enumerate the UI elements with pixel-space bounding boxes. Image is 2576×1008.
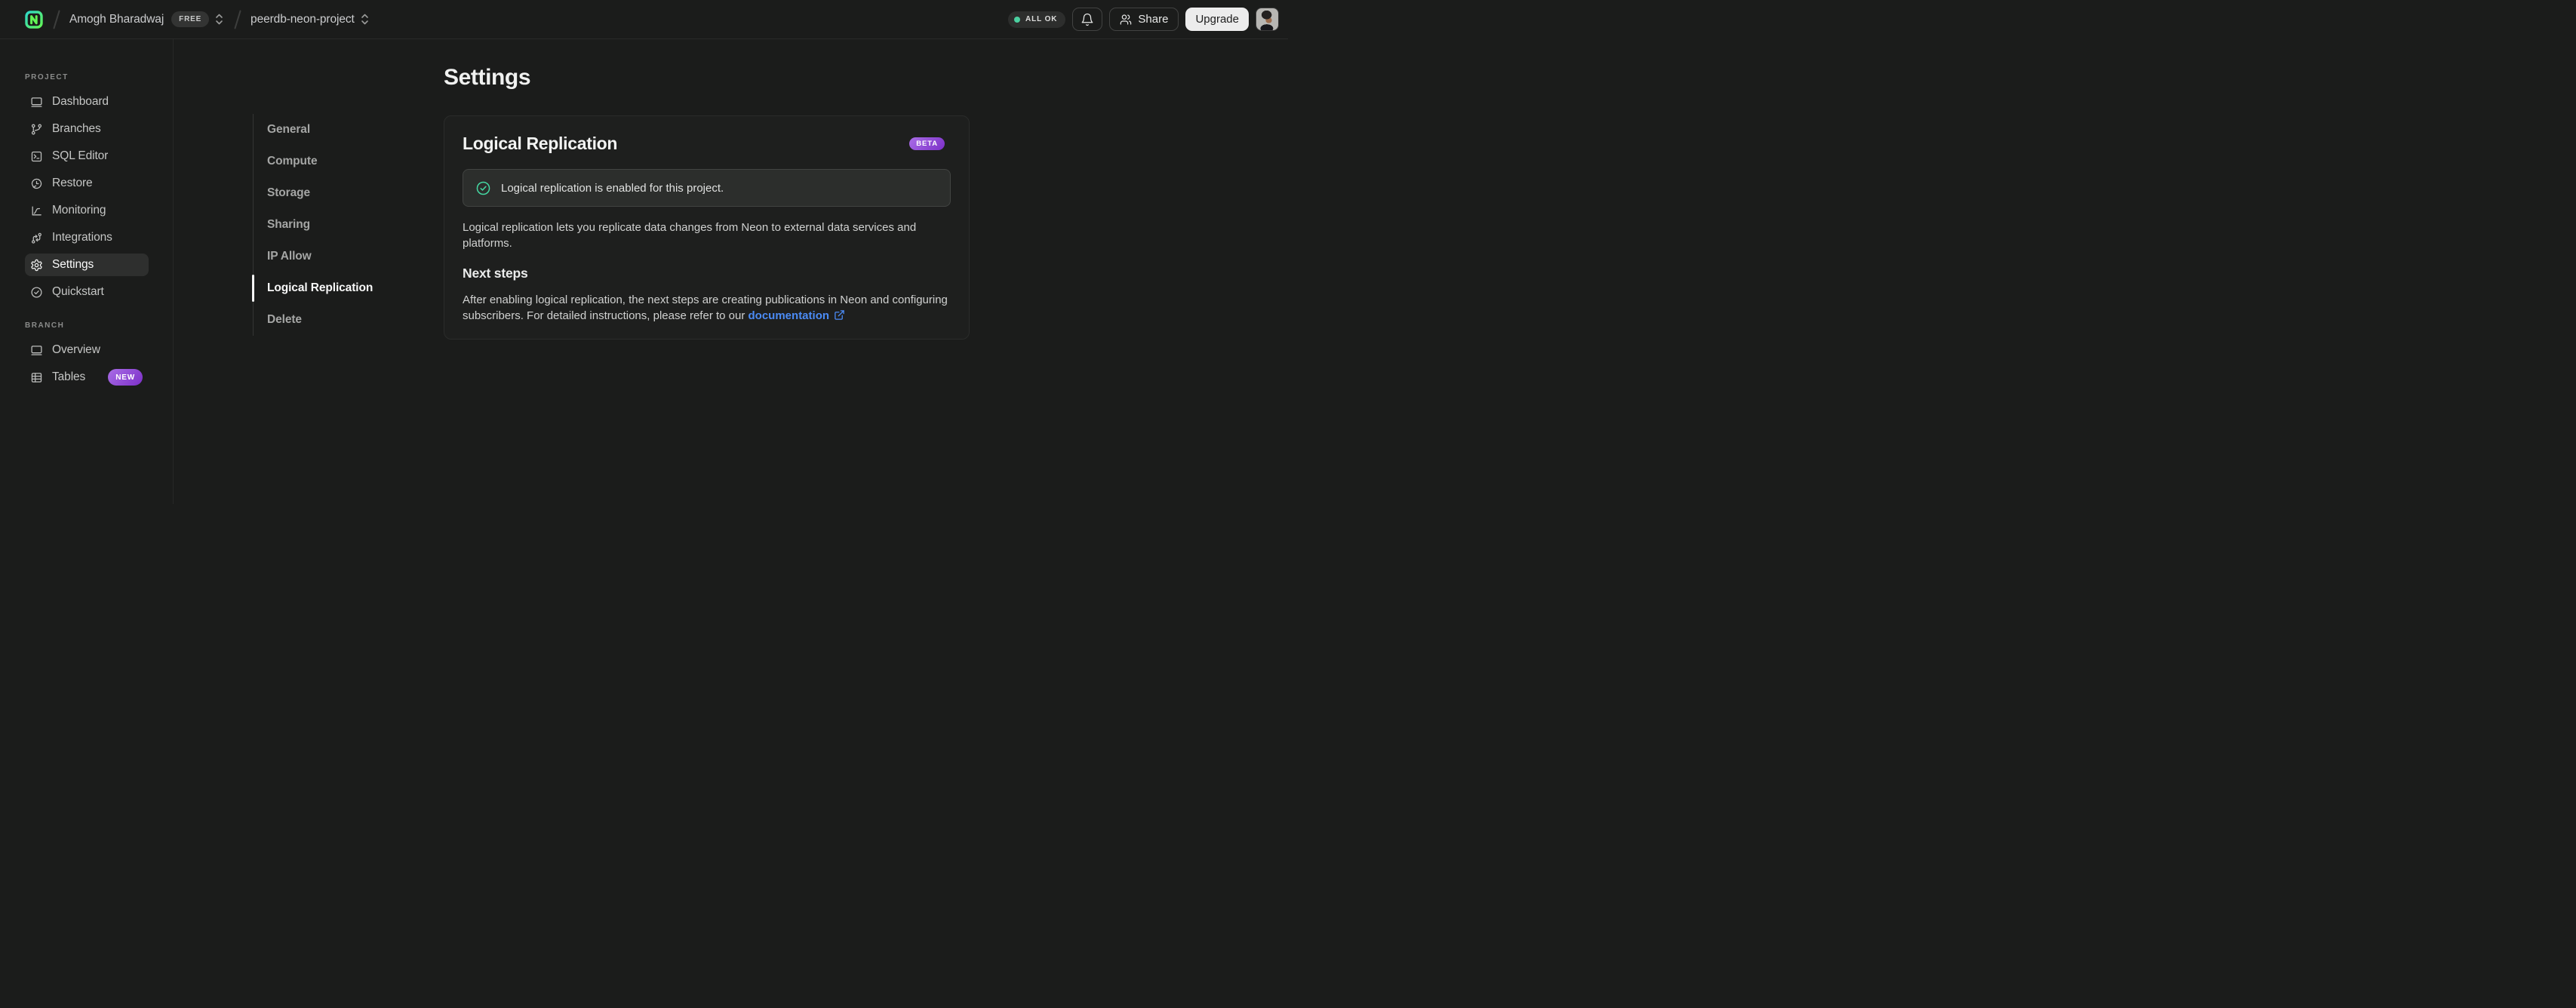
page-title: Settings <box>444 65 531 90</box>
settings-nav-storage[interactable]: Storage <box>254 177 419 209</box>
sidebar-item-integrations[interactable]: Integrations <box>25 226 149 249</box>
alert-text: Logical replication is enabled for this … <box>501 181 724 195</box>
settings-subnav: General Compute Storage Sharing IP Allow… <box>251 114 419 336</box>
sidebar-item-restore[interactable]: Restore <box>25 172 149 195</box>
org-name: Amogh Bharadwaj <box>69 12 164 26</box>
sidebar-item-settings[interactable]: Settings <box>25 254 149 276</box>
next-steps-text: After enabling logical replication, the … <box>463 293 948 322</box>
beta-badge: BETA <box>909 137 945 150</box>
sql-editor-icon <box>31 151 42 161</box>
sidebar-item-branches[interactable]: Branches <box>25 118 149 140</box>
external-link-icon[interactable] <box>834 309 845 321</box>
upgrade-button[interactable]: Upgrade <box>1185 8 1249 31</box>
dashboard-icon <box>31 97 42 107</box>
users-icon <box>1120 14 1132 25</box>
settings-nav-sharing[interactable]: Sharing <box>254 209 419 241</box>
status-ok-dot-icon <box>1013 16 1020 23</box>
user-avatar[interactable] <box>1256 8 1279 31</box>
notifications-button[interactable] <box>1072 8 1103 31</box>
check-circle-icon <box>31 286 42 298</box>
documentation-link[interactable]: documentation <box>749 309 830 322</box>
share-label: Share <box>1138 13 1169 26</box>
card-title: Logical Replication <box>463 133 618 153</box>
integrations-icon <box>32 232 41 244</box>
new-badge: NEW <box>108 369 143 386</box>
sidebar-item-overview[interactable]: Overview <box>25 339 149 361</box>
sidebar-section-branch: BRANCH <box>25 321 65 330</box>
check-circle-icon <box>476 181 490 195</box>
top-header: Amogh Bharadwaj FREE peerdb-neon-project… <box>0 0 1288 39</box>
sidebar: PROJECT Dashboard Branches SQL Editor Re… <box>0 39 174 504</box>
breadcrumb-slash <box>234 9 241 29</box>
system-status-pill[interactable]: ALL OK <box>1007 11 1066 28</box>
settings-nav-delete[interactable]: Delete <box>254 304 419 336</box>
sidebar-item-sql-editor[interactable]: SQL Editor <box>25 145 149 167</box>
neon-logo-icon[interactable] <box>25 10 43 29</box>
status-label: ALL OK <box>1025 15 1058 23</box>
settings-nav-general[interactable]: General <box>254 114 419 146</box>
gear-icon <box>31 259 42 271</box>
overview-icon <box>31 345 42 355</box>
share-button[interactable]: Share <box>1109 8 1179 31</box>
bell-icon <box>1082 13 1093 26</box>
project-name: peerdb-neon-project <box>251 12 355 26</box>
sidebar-section-project: PROJECT <box>25 73 69 81</box>
breadcrumb-slash <box>53 9 60 29</box>
settings-nav-logical-replication[interactable]: Logical Replication <box>251 272 419 304</box>
branches-icon <box>31 124 42 134</box>
free-plan-badge: FREE <box>171 11 210 27</box>
header-actions: ALL OK Share Upgrade <box>1007 8 1279 31</box>
card-description: Logical replication lets you replicate d… <box>463 221 917 250</box>
sidebar-item-dashboard[interactable]: Dashboard <box>25 91 149 113</box>
success-alert: Logical replication is enabled for this … <box>463 169 951 207</box>
settings-nav-ip-allow[interactable]: IP Allow <box>254 241 419 272</box>
logical-replication-card: Logical Replication BETA Logical replica… <box>444 115 970 340</box>
org-selector[interactable]: Amogh Bharadwaj FREE <box>69 11 224 27</box>
restore-icon <box>31 178 42 189</box>
project-selector[interactable]: peerdb-neon-project <box>251 13 370 26</box>
sidebar-item-tables[interactable]: Tables NEW <box>25 366 149 389</box>
next-steps-heading: Next steps <box>463 266 528 281</box>
chevron-updown-icon <box>214 13 224 26</box>
monitoring-icon <box>32 206 41 215</box>
settings-nav-compute[interactable]: Compute <box>254 146 419 177</box>
tables-icon <box>31 372 42 383</box>
chevron-updown-icon <box>360 13 370 26</box>
sidebar-item-monitoring[interactable]: Monitoring <box>25 199 149 222</box>
sidebar-item-quickstart[interactable]: Quickstart <box>25 281 149 303</box>
